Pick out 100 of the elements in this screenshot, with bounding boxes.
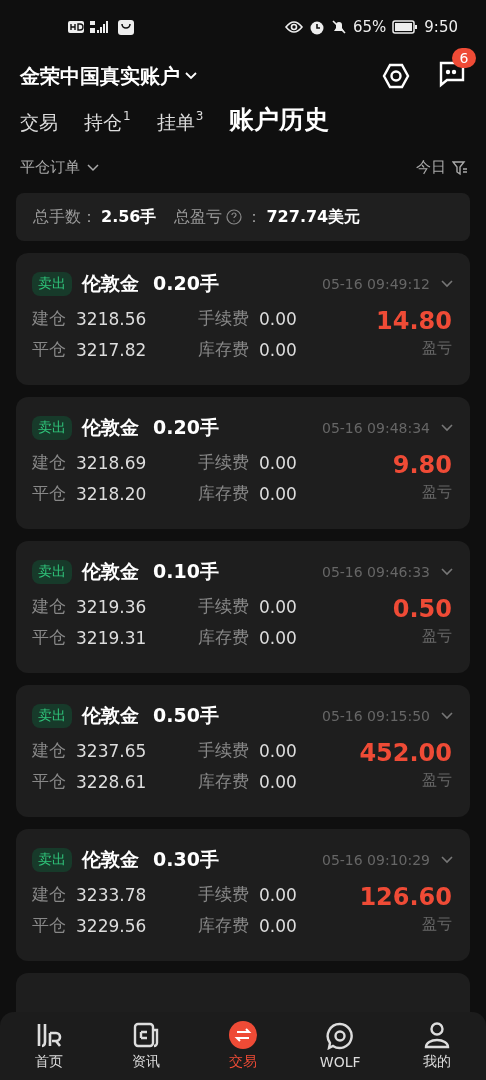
side-tag: 卖出 [32, 272, 72, 296]
nav-item[interactable]: 交易 [194, 1012, 292, 1080]
profit-value: 9.80 [392, 451, 452, 479]
account-selector[interactable]: 金荣中国真实账户 [20, 62, 198, 90]
symbol-name: 伦敦金 [82, 415, 139, 440]
chevron-down-icon [184, 71, 198, 81]
side-tag: 卖出 [32, 560, 72, 584]
order-card[interactable]: 卖出 伦敦金 0.20手 05-16 09:48:34 建仓 3218.69 手续费 0.00 平仓 3218.20 库存费 0.00 9.80 盈亏 [16, 397, 470, 529]
open-price: 3233.78 [76, 884, 148, 905]
order-card[interactable]: 卖出 伦敦金 0.20手 05-16 09:49:12 建仓 3218.56 手续费 0.00 平仓 3217.82 库存费 0.00 14.80 盈亏 [16, 253, 470, 385]
order-card[interactable]: 卖出 伦敦金 0.50手 05-16 09:15:50 建仓 3237.65 手续费 0.00 平仓 3228.61 库存费 0.00 452.00 盈亏 [16, 685, 470, 817]
period-filter[interactable]: 今日 [416, 158, 468, 177]
close-price: 3228.61 [76, 771, 148, 792]
close-time: 05-16 09:10:29 [322, 852, 430, 868]
document-icon [131, 1021, 160, 1049]
chevron-down-icon[interactable] [440, 711, 454, 721]
fee-value: 0.00 [259, 740, 297, 761]
profit-value: 0.50 [392, 595, 452, 623]
fee-label: 手续费 [198, 739, 249, 762]
swap-value: 0.00 [259, 915, 297, 936]
swap-label: 库存费 [198, 914, 249, 937]
battery-icon [392, 20, 419, 34]
swap-value: 0.00 [259, 627, 297, 648]
close-price-label: 平仓 [32, 770, 66, 793]
side-tag: 卖出 [32, 704, 72, 728]
swap-label: 库存费 [198, 338, 249, 361]
order-type-dropdown[interactable]: 平仓订单 [20, 158, 100, 177]
person-icon [423, 1021, 452, 1049]
symbol-name: 伦敦金 [82, 847, 139, 872]
separator-colon: ： [246, 206, 263, 228]
close-price-label: 平仓 [32, 482, 66, 505]
tab[interactable]: 交易 [20, 110, 58, 136]
chevron-down-icon[interactable] [440, 423, 454, 433]
close-time: 05-16 09:15:50 [322, 708, 430, 724]
open-price-label: 建仓 [32, 739, 66, 762]
tab[interactable]: 挂单$^{3}$ [156, 110, 204, 136]
swap-value: 0.00 [259, 339, 297, 360]
close-time: 05-16 09:46:33 [322, 564, 430, 580]
fee-value: 0.00 [259, 308, 297, 329]
tab[interactable]: 持仓$^{1}$ [84, 110, 131, 136]
open-price: 3218.56 [76, 308, 148, 329]
fee-label: 手续费 [198, 451, 249, 474]
fee-label: 手续费 [198, 307, 249, 330]
profit-value: 14.80 [376, 307, 452, 335]
swap-label: 库存费 [198, 626, 249, 649]
close-price: 3218.20 [76, 483, 148, 504]
lot-size: 0.20手 [153, 415, 219, 440]
nav-item[interactable]: WOLF [291, 1012, 389, 1080]
chevron-down-icon [86, 162, 100, 173]
total-pnl: 727.74美元 [266, 206, 361, 228]
chat-bubble-icon [326, 1022, 355, 1050]
close-time: 05-16 09:48:34 [322, 420, 430, 436]
swap-value: 0.00 [259, 483, 297, 504]
exchange-icon [229, 1021, 257, 1049]
profit-value: 126.60 [359, 883, 452, 911]
hexagon-settings-icon[interactable] [382, 62, 410, 90]
close-time: 05-16 09:49:12 [322, 276, 430, 292]
profit-value: 452.00 [359, 739, 452, 767]
chevron-down-icon[interactable] [440, 279, 454, 289]
open-price: 3237.65 [76, 740, 148, 761]
fee-label: 手续费 [198, 883, 249, 906]
nav-item[interactable]: 首页 [0, 1012, 98, 1080]
symbol-name: 伦敦金 [82, 703, 139, 728]
nav-item[interactable]: 资讯 [97, 1012, 195, 1080]
close-price-label: 平仓 [32, 914, 66, 937]
symbol-name: 伦敦金 [82, 271, 139, 296]
profit-label: 盈亏 [422, 771, 452, 790]
help-icon[interactable] [226, 209, 243, 225]
battery-percent: 65% [352, 18, 387, 36]
open-price: 3218.69 [76, 452, 148, 473]
lot-size: 0.10手 [153, 559, 219, 584]
chevron-down-icon[interactable] [440, 855, 454, 865]
open-price-label: 建仓 [32, 307, 66, 330]
filter-icon [452, 159, 468, 176]
total-lots: 2.56手 [101, 206, 157, 228]
clock-time: 9:50 [424, 18, 458, 36]
chevron-down-icon[interactable] [440, 567, 454, 577]
lot-size: 0.20手 [153, 271, 219, 296]
lot-size: 0.50手 [153, 703, 219, 728]
close-price: 3229.56 [76, 915, 148, 936]
open-price: 3219.36 [76, 596, 148, 617]
close-price: 3219.31 [76, 627, 148, 648]
total-pnl-label: 总盈亏 [174, 206, 223, 228]
total-lots-label: 总手数： [33, 206, 97, 228]
open-price-label: 建仓 [32, 451, 66, 474]
close-price-label: 平仓 [32, 338, 66, 361]
nav-item[interactable]: 我的 [388, 1012, 486, 1080]
fee-value: 0.00 [259, 884, 297, 905]
lot-size: 0.30手 [153, 847, 219, 872]
muted-bell-icon [330, 19, 347, 35]
profit-label: 盈亏 [422, 915, 452, 934]
fee-value: 0.00 [259, 452, 297, 473]
symbol-name: 伦敦金 [82, 559, 139, 584]
tab[interactable]: 账户历史 [229, 103, 330, 136]
order-card[interactable]: 卖出 伦敦金 0.30手 05-16 09:10:29 建仓 3233.78 手续费 0.00 平仓 3229.56 库存费 0.00 126.60 盈亏 [16, 829, 470, 961]
notification-badge: 6 [452, 48, 476, 68]
close-price-label: 平仓 [32, 626, 66, 649]
order-card[interactable]: 卖出 伦敦金 0.10手 05-16 09:46:33 建仓 3219.36 手续费 0.00 平仓 3219.31 库存费 0.00 0.50 盈亏 [16, 541, 470, 673]
swap-value: 0.00 [259, 771, 297, 792]
fee-label: 手续费 [198, 595, 249, 618]
